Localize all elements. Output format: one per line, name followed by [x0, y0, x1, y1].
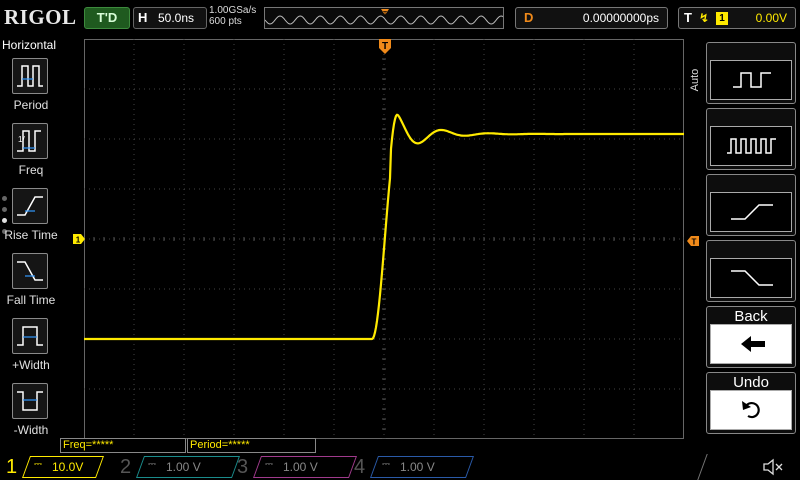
- run-state-badge[interactable]: T'D: [84, 7, 130, 29]
- dc-coupling-icon: ⎓: [382, 459, 390, 470]
- channel-2-status[interactable]: 2 ⎓ 1.00 V: [114, 454, 241, 480]
- freq-icon: 1/: [12, 123, 48, 159]
- left-measure-menu: Horizontal Period 1/ Freq Rise Time Fall…: [0, 36, 62, 452]
- auto-waveform-button-4[interactable]: [706, 240, 796, 302]
- trigger-label: T: [684, 10, 692, 25]
- sound-panel: [697, 454, 800, 480]
- dc-coupling-icon: ⎓: [265, 459, 273, 470]
- svg-text:T: T: [382, 41, 388, 52]
- menu-item-label: Fall Time: [6, 293, 56, 307]
- menu-item-label: Freq: [18, 163, 44, 177]
- measurement-freq[interactable]: Freq=*****: [60, 438, 186, 453]
- menu-item-fall-time[interactable]: Fall Time: [0, 253, 62, 317]
- menu-item-rise-time[interactable]: Rise Time: [0, 188, 62, 252]
- speaker-muted-icon[interactable]: [762, 458, 784, 476]
- menu-item-neg-width[interactable]: -Width: [0, 383, 62, 447]
- memory-overview-strip[interactable]: T: [264, 7, 504, 29]
- pos-width-icon: [12, 318, 48, 354]
- auto-tab[interactable]: Auto: [688, 44, 704, 129]
- svg-text:1/: 1/: [18, 135, 25, 144]
- menu-item-freq[interactable]: 1/ Freq: [0, 123, 62, 187]
- horizontal-label: H: [138, 10, 148, 25]
- channel-4-number: 4: [354, 456, 366, 478]
- fall-time-icon: [12, 253, 48, 289]
- memory-depth: 600 pts: [209, 16, 242, 27]
- back-button[interactable]: Back: [706, 306, 796, 368]
- horizontal-delay-box[interactable]: D 0.00000000ps: [515, 7, 668, 29]
- svg-text:T: T: [383, 11, 388, 18]
- rigol-logo: RIGOL: [4, 5, 77, 29]
- svg-text:1: 1: [76, 236, 81, 245]
- rising-edge-icon: ↯: [699, 11, 710, 25]
- auto-waveform-button-3[interactable]: [706, 174, 796, 236]
- auto-tab-label: Auto: [689, 68, 701, 92]
- sample-rate: 1.00GSa/s: [209, 5, 257, 16]
- right-soft-menu: Auto Back Undo: [688, 36, 800, 452]
- acquisition-info: 1.00GSa/s 600 pts: [209, 5, 256, 27]
- trigger-source-badge: 1: [716, 12, 728, 25]
- menu-item-period[interactable]: Period: [0, 58, 62, 122]
- delay-label: D: [524, 10, 534, 25]
- horizontal-scale-value: 50.0ns: [158, 11, 195, 25]
- measurement-bar: Freq=***** Period=*****: [60, 438, 360, 454]
- auto-waveform-button-2[interactable]: [706, 108, 796, 170]
- channel-status-bar: 1 ⎓ 10.0V 2 ⎓ 1.00 V 3 ⎓ 1.00 V 4 ⎓ 1.00…: [0, 454, 800, 480]
- trigger-setting-box[interactable]: T ↯ 1 0.00V: [678, 7, 796, 29]
- back-arrow-icon: [710, 324, 792, 364]
- channel-4-scale: 1.00 V: [400, 460, 435, 474]
- menu-item-label: Rise Time: [4, 228, 58, 242]
- waveform-display[interactable]: [84, 39, 684, 439]
- falling-edge-icon: [710, 258, 792, 298]
- channel-1-offset-marker[interactable]: 1: [72, 233, 86, 245]
- menu-item-label: +Width: [12, 358, 50, 372]
- menu-title: Horizontal: [2, 38, 57, 52]
- period-icon: [12, 58, 48, 94]
- delay-value: 0.00000000ps: [582, 11, 659, 25]
- undo-button-label: Undo: [733, 374, 769, 391]
- back-button-label: Back: [734, 308, 768, 325]
- channel-2-scale: 1.00 V: [166, 460, 201, 474]
- undo-icon: [710, 390, 792, 430]
- channel-4-status[interactable]: 4 ⎓ 1.00 V: [348, 454, 475, 480]
- channel-1-trace: [84, 113, 684, 341]
- trigger-position-marker[interactable]: T: [378, 38, 392, 56]
- memory-overview-waveform: T: [265, 9, 503, 25]
- channel-1-scale: 10.0V: [52, 460, 84, 474]
- neg-width-icon: [12, 383, 48, 419]
- trigger-level-value: 0.00V: [755, 11, 787, 25]
- auto-waveform-button-1[interactable]: [706, 42, 796, 104]
- rise-time-icon: [12, 188, 48, 224]
- undo-button[interactable]: Undo: [706, 372, 796, 434]
- dc-coupling-icon: ⎓: [148, 459, 156, 470]
- top-status-bar: RIGOL T'D H 50.0ns 1.00GSa/s 600 pts T D…: [0, 0, 800, 36]
- channel-3-status[interactable]: 3 ⎓ 1.00 V: [231, 454, 358, 480]
- channel-1-number: 1: [6, 456, 18, 478]
- menu-item-label: Period: [13, 98, 49, 112]
- channel-3-scale: 1.00 V: [283, 460, 318, 474]
- square-wave-icon: [710, 60, 792, 100]
- measurement-period[interactable]: Period=*****: [187, 438, 316, 453]
- channel-2-number: 2: [120, 456, 132, 478]
- rising-edge-icon: [710, 192, 792, 232]
- menu-item-pos-width[interactable]: +Width: [0, 318, 62, 382]
- menu-item-label: -Width: [13, 423, 49, 437]
- channel-1-status[interactable]: 1 ⎓ 10.0V: [0, 454, 112, 480]
- horizontal-scale-box[interactable]: H 50.0ns: [133, 7, 207, 29]
- channel-3-number: 3: [237, 456, 249, 478]
- dc-coupling-icon: ⎓: [34, 459, 42, 470]
- multi-cycle-icon: [710, 126, 792, 166]
